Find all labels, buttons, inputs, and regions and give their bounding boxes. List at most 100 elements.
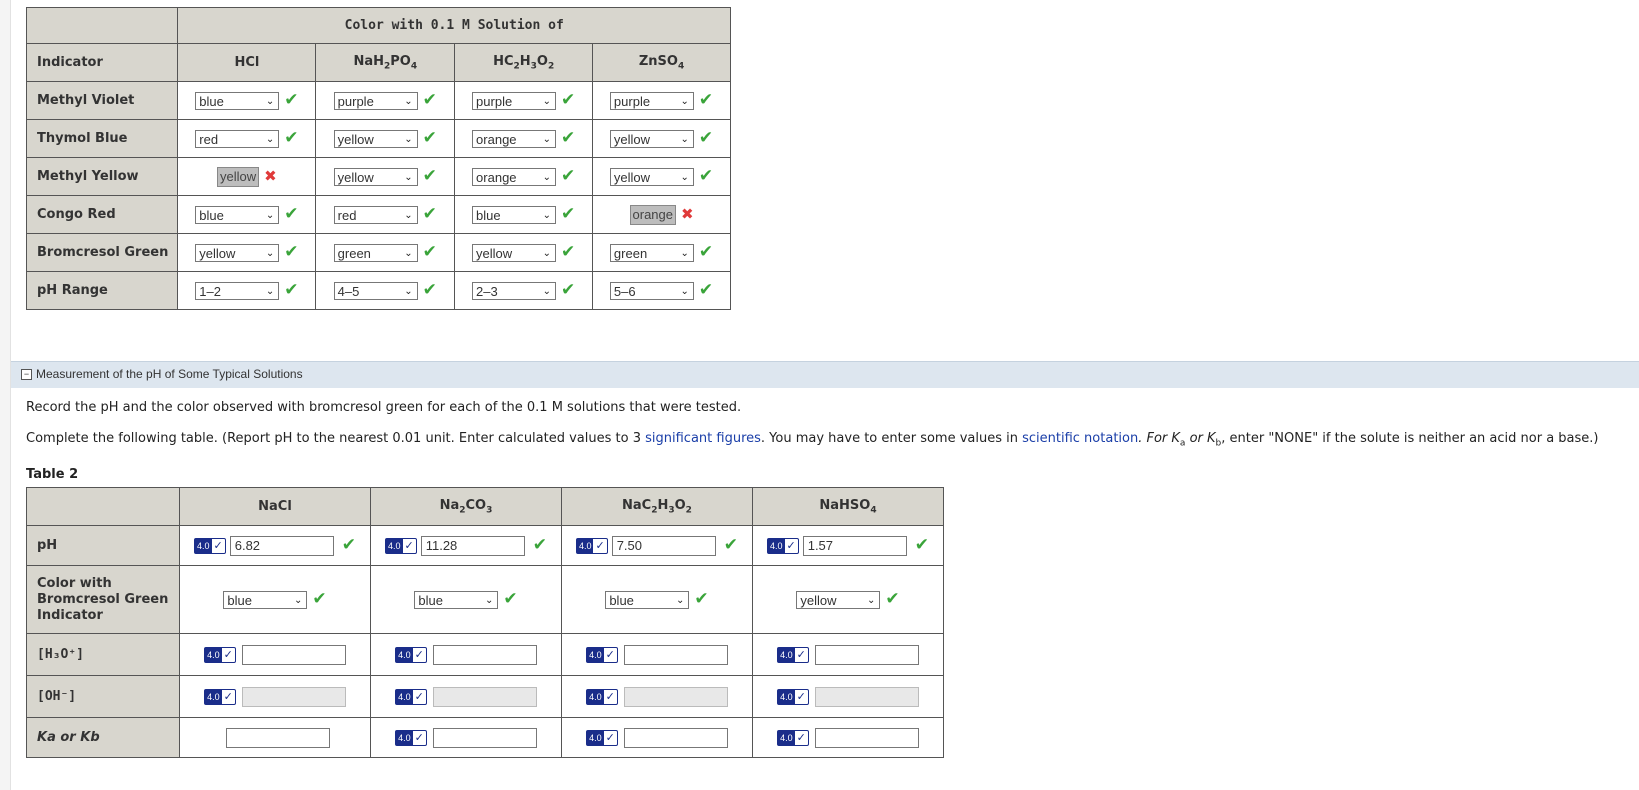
column-formula-part: O — [536, 53, 548, 69]
instruction-2-ka: . For K — [1138, 431, 1180, 446]
color-select[interactable]: blue ⌄ — [414, 590, 499, 609]
color-select[interactable]: green ⌄ — [333, 243, 418, 262]
ph-input[interactable]: 1.57 — [802, 535, 907, 556]
table-row: pH Range 1–2 ⌄ ✔ 4–5 ⌄ ✔ 2–3 ⌄ ✔ 5–6 ⌄ ✔ — [25, 271, 731, 310]
cell-content: 4.0 ✓ — [180, 644, 370, 665]
h3o-input[interactable] — [241, 644, 346, 665]
color-select[interactable]: purple ⌄ — [472, 91, 557, 110]
ph-input[interactable]: 7.50 — [611, 535, 716, 556]
badge-tick: ✓ — [414, 648, 424, 661]
ka-kb-input[interactable] — [814, 727, 919, 748]
color-select[interactable]: yellow ⌄ — [796, 590, 881, 609]
color-select[interactable]: blue ⌄ — [195, 205, 280, 224]
cell-content: 4.0 ✓ — [753, 644, 943, 665]
column-formula: Na2CO3 — [440, 498, 493, 516]
column-header: NaCl — [179, 487, 371, 526]
color-select[interactable]: 2–3 ⌄ — [472, 281, 557, 300]
color-select[interactable]: 5–6 ⌄ — [609, 281, 694, 300]
chevron-down-icon: ⌄ — [404, 171, 413, 183]
color-select[interactable]: purple ⌄ — [609, 91, 694, 110]
color-select[interactable]: green ⌄ — [609, 243, 694, 262]
color-select-value: yellow — [337, 131, 374, 147]
color-select[interactable]: 4–5 ⌄ — [333, 281, 418, 300]
h3o-label: [H₃O⁺] — [37, 647, 84, 662]
ph-input[interactable]: 11.28 — [420, 535, 525, 556]
column-formula-sub: 2 — [547, 61, 555, 72]
cell-content: blue ⌄ ✔ — [371, 590, 561, 609]
column-formula-part: NaCl — [258, 499, 292, 514]
ka-kb-input[interactable] — [225, 727, 330, 748]
chevron-down-icon: ⌄ — [265, 209, 275, 221]
color-select-value: purple — [613, 93, 651, 109]
color-select[interactable]: blue ⌄ — [195, 91, 280, 110]
color-select[interactable]: blue ⌄ — [605, 590, 690, 609]
ka-kb-input[interactable] — [432, 727, 537, 748]
row-label: Methyl Violet — [25, 81, 179, 120]
color-select[interactable]: yellow ⌄ — [333, 167, 418, 186]
column-formula-part: NaHSO — [819, 497, 871, 513]
column-formula: NaH2PO4 — [353, 54, 417, 72]
cell-content: blue ⌄ ✔ — [562, 590, 752, 609]
chevron-down-icon: ⌄ — [404, 133, 413, 145]
table-cell: 4.0 ✓ 6.82 ✔ — [179, 525, 371, 566]
row-label: [H₃O⁺] — [26, 633, 180, 676]
badge-number: 4.0 — [195, 538, 212, 553]
column-formula-part: NaC — [621, 497, 652, 513]
column-formula: NaCl — [258, 499, 292, 514]
table-cell: blue ⌄ ✔ — [177, 195, 317, 234]
table-cell: 4.0 ✓ — [560, 717, 753, 758]
color-select[interactable]: yellow ⌄ — [333, 129, 418, 148]
color-select[interactable]: blue ⌄ — [223, 590, 308, 609]
scientific-notation-link[interactable]: scientific notation — [1022, 431, 1138, 446]
color-select[interactable]: red ⌄ — [195, 129, 280, 148]
column-formula-sub: 4 — [677, 61, 685, 72]
table-cell: blue ⌄ ✔ — [177, 81, 317, 120]
correct-check-icon: ✔ — [698, 90, 714, 110]
cell-content: 4.0 ✓ — [371, 727, 561, 748]
color-select[interactable]: yellow ⌄ — [472, 243, 557, 262]
color-select[interactable]: yellow ⌄ — [609, 167, 694, 186]
color-select[interactable]: yellow ⌄ — [195, 243, 280, 262]
table-cell: purple ⌄ ✔ — [454, 81, 594, 120]
correct-check-icon: ✔ — [561, 166, 576, 186]
color-select[interactable]: yellow ⌄ — [609, 129, 694, 148]
h3o-input[interactable] — [432, 644, 537, 665]
color-select[interactable]: 1–2 ⌄ — [195, 281, 280, 300]
collapse-icon[interactable]: − — [21, 369, 32, 380]
cell-content: 2–3 ⌄ ✔ — [455, 281, 592, 300]
h3o-input[interactable] — [623, 644, 728, 665]
row-label: Ka or Kb — [26, 717, 180, 758]
cell-content: 1–2 ⌄ ✔ — [178, 281, 315, 300]
cell-content: yellow ⌄ ✔ — [316, 167, 454, 186]
color-select[interactable]: blue ⌄ — [472, 205, 557, 224]
color-select[interactable]: red ⌄ — [333, 205, 418, 224]
correct-check-icon: ✔ — [914, 535, 929, 555]
table-cell: red ⌄ ✔ — [177, 119, 317, 158]
cell-content: 4.0 ✓ — [180, 686, 370, 707]
oh-input — [623, 686, 728, 707]
significant-figures-link[interactable]: significant figures — [645, 431, 761, 446]
column-formula: ZnSO4 — [639, 54, 685, 72]
color-select[interactable]: purple ⌄ — [333, 91, 418, 110]
table-cell: 4.0 ✓ — [369, 633, 562, 676]
cell-content: 4.0 ✓ — [371, 686, 561, 707]
section-header-bar[interactable]: − Measurement of the pH of Some Typical … — [11, 361, 1639, 388]
chevron-down-icon: ⌄ — [542, 247, 552, 259]
ph-input[interactable]: 6.82 — [229, 535, 334, 556]
color-select[interactable]: orange ⌄ — [472, 129, 557, 148]
row-label: Color with Bromcresol Green Indicator — [26, 565, 180, 634]
table-cell: yellow ⌄ ✔ — [315, 157, 456, 196]
color-select-value: red — [199, 131, 219, 147]
correct-check-icon: ✔ — [561, 204, 576, 224]
color-select[interactable]: orange ⌄ — [472, 167, 557, 186]
chevron-down-icon: ⌄ — [680, 171, 689, 183]
ka-kb-input[interactable] — [623, 727, 728, 748]
badge-tick: ✓ — [414, 690, 424, 703]
column-header: HC2H3O2 — [454, 43, 594, 82]
oh-input — [814, 686, 919, 707]
chevron-down-icon: ⌄ — [542, 133, 552, 145]
h3o-input[interactable] — [814, 644, 919, 665]
chevron-down-icon: ⌄ — [404, 95, 413, 107]
row-label: [OH⁻] — [26, 675, 180, 718]
chevron-down-icon: ⌄ — [404, 247, 413, 259]
